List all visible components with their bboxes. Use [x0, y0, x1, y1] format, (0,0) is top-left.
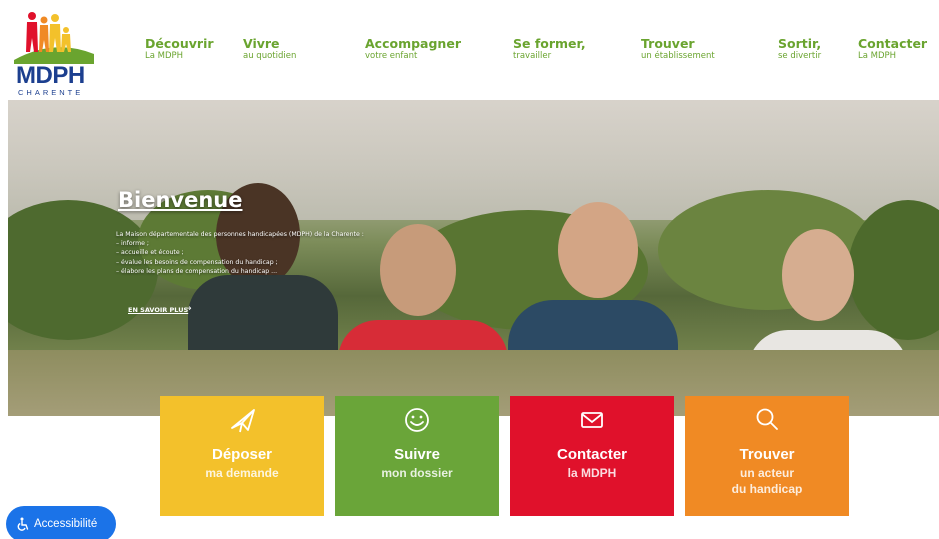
tile-subtitle: mon dossier [381, 466, 453, 480]
nav-item-subtitle: votre enfant [365, 51, 418, 61]
tile-title: Suivre [394, 446, 440, 463]
hero-description: La Maison départementale des personnes h… [116, 230, 386, 276]
nav-item-title: Découvrir [145, 36, 214, 51]
search-icon [756, 408, 778, 430]
hero-text-line: – informe ; [116, 240, 149, 248]
main-navigation: Découvrir La MDPH Vivre au quotidien Acc… [0, 36, 939, 76]
trouver-acteur-button[interactable]: Trouver un acteur du handicap [685, 396, 849, 516]
hero-text-line: La Maison départementale des personnes h… [116, 231, 364, 238]
nav-item-sortir[interactable]: Sortir, se divertir [778, 36, 821, 62]
hero-banner: Bienvenue La Maison départementale des p… [8, 100, 939, 416]
hero-text-line: – évalue les besoins de compensation du … [116, 258, 278, 266]
suivre-dossier-button[interactable]: Suivre mon dossier [335, 396, 499, 516]
site-header: MDPH CHARENTE Découvrir La MDPH Vivre au… [0, 0, 939, 100]
logo-subtitle: CHARENTE [18, 88, 84, 97]
nav-item-title: Vivre [243, 36, 280, 51]
envelope-icon [581, 412, 603, 428]
hero-title: Bienvenue [118, 188, 243, 212]
nav-item-subtitle: se divertir [778, 51, 822, 61]
smiley-icon [405, 408, 429, 432]
tile-subtitle: la MDPH [567, 466, 617, 480]
nav-item-vivre[interactable]: Vivre au quotidien [243, 36, 296, 62]
deposer-demande-button[interactable]: Déposer ma demande [160, 396, 324, 516]
nav-item-title: Se former, [513, 36, 586, 51]
learn-more-link[interactable]: EN SAVOIR PLUS [128, 306, 188, 314]
nav-item-decouvrir[interactable]: Découvrir La MDPH [145, 36, 214, 62]
hero-text-line: – élabore les plans de compensation du h… [116, 267, 278, 275]
accessibility-button[interactable]: Accessibilité [6, 506, 116, 539]
nav-item-trouver[interactable]: Trouver un établissement [641, 36, 715, 62]
nav-item-subtitle: La MDPH [145, 51, 184, 61]
accessibility-label: Accessibilité [34, 518, 98, 530]
nav-item-subtitle: au quotidien [243, 51, 297, 61]
tile-title: Trouver [739, 446, 795, 463]
nav-item-se-former[interactable]: Se former, travailler [513, 36, 586, 62]
tile-subtitle-line: un acteur [739, 466, 794, 480]
tile-subtitle: ma demande [205, 466, 279, 480]
tile-title: Déposer [211, 446, 273, 463]
hero-text-line: – accueille et écoute ; [116, 249, 184, 257]
arrow-right-icon: → [184, 304, 192, 314]
tile-title: Contacter [556, 446, 627, 463]
nav-item-contacter[interactable]: Contacter La MDPH [858, 36, 927, 62]
contacter-mdph-button[interactable]: Contacter la MDPH [510, 396, 674, 516]
wheelchair-icon [17, 517, 29, 531]
nav-item-title: Sortir, [778, 36, 822, 51]
paper-plane-icon [231, 409, 255, 433]
nav-item-subtitle: La MDPH [858, 51, 897, 61]
tile-subtitle: un acteur du handicap [685, 465, 849, 497]
nav-item-title: Accompagner [365, 36, 461, 51]
nav-item-title: Trouver [641, 36, 695, 51]
nav-item-title: Contacter [858, 36, 928, 51]
tile-subtitle-line: du handicap [731, 482, 803, 496]
nav-item-accompagner[interactable]: Accompagner votre enfant [365, 36, 461, 62]
nav-item-subtitle: un établissement [641, 51, 715, 61]
nav-item-subtitle: travailler [513, 51, 552, 61]
